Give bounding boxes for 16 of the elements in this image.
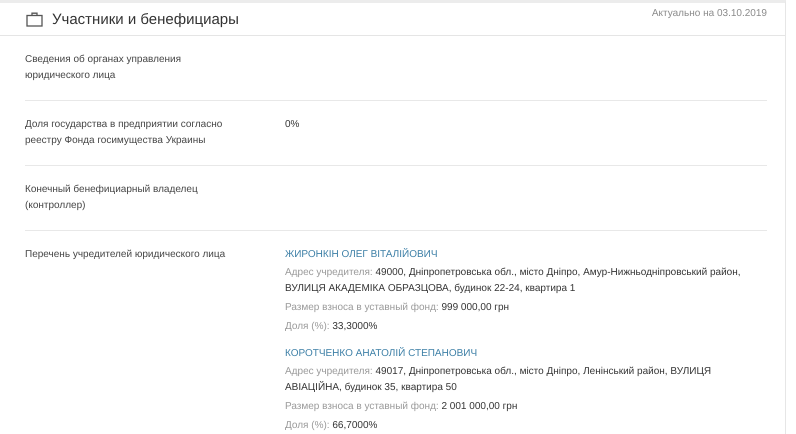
section-title: Участники и бенефициары <box>52 10 239 28</box>
field-label: Сведения об органах управления юридического лица <box>25 53 182 83</box>
founder-link[interactable]: КОРОТЧЕНКО АНАТОЛІЙ СТЕПАНОВИЧ <box>285 346 478 362</box>
updated-date: Актуально на 03.10.2019 <box>652 8 767 19</box>
field-label: Конечный бенефициарный владелец (контроллер) <box>25 183 199 213</box>
briefcase-icon <box>26 12 43 26</box>
founder-detail: Доля (%): 33,3000% <box>285 320 378 334</box>
field-value: 0% <box>285 119 300 130</box>
field-label: Перечень учредителей юридического лица <box>25 248 226 262</box>
founder-detail: Адрес учредителя: 49017, Дніпропетровська обл., місто Дніпро, Ленінський район, ВУЛИЦЯ АВІАЦІЙНА, будинок 35, квартира 50 <box>285 365 712 395</box>
founder-detail: Доля (%): 66,7000% <box>285 419 378 433</box>
founder-detail: Размер взноса в уставный фонд: 2 001 000,00 грн <box>285 400 518 414</box>
founder-link[interactable]: ЖИРОНКІН ОЛЕГ ВІТАЛІЙОВИЧ <box>285 247 438 263</box>
founder-detail: Адрес учредителя: 49000, Дніпропетровська обл., місто Дніпро, Амур-Нижньодніпровський район, ВУЛИЦЯ АКАДЕМІКА ОБРАЗЦОВА, будинок 22-24, квартира 1 <box>285 266 742 296</box>
founder-detail: Размер взноса в уставный фонд: 999 000,00 грн <box>285 301 510 315</box>
field-label: Доля государства в предприятии согласно реестру Фонда госимущества Украины <box>25 118 224 148</box>
